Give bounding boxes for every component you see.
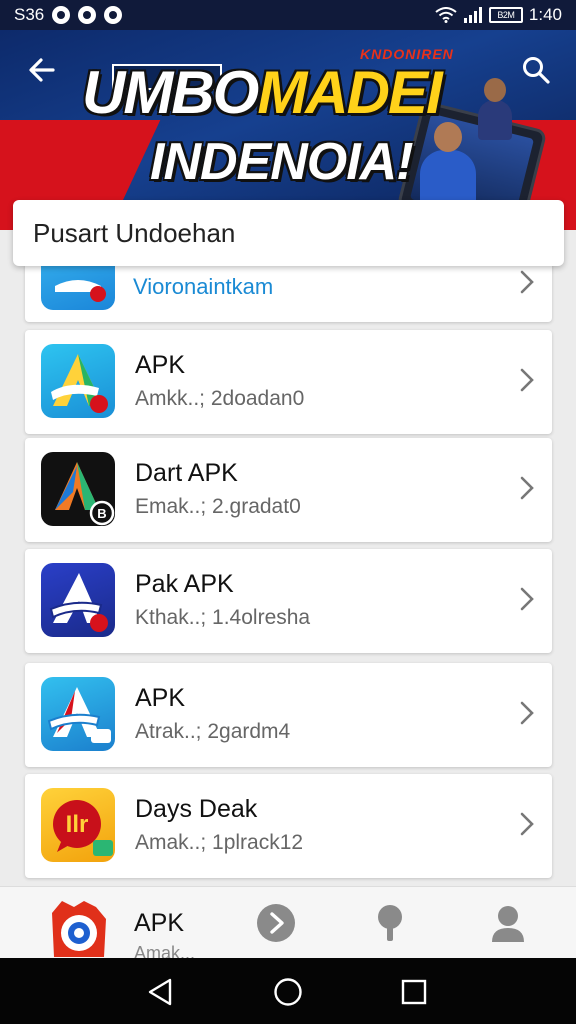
list-item[interactable]: Pak APK Kthak..; 1.4olresha (25, 549, 552, 653)
app-icon: Ilr (41, 788, 115, 862)
banner-headline-white: UMBO (82, 59, 259, 126)
play-icon (257, 904, 295, 942)
app-icon (41, 677, 115, 751)
notification-icon (78, 6, 97, 24)
app-meta: Amak..; 1plrack12 (135, 831, 304, 854)
list-item[interactable]: B Dart APK Emak..; 2.gradat0 (25, 438, 552, 542)
app-meta: Atrak..; 2gardm4 (135, 720, 291, 743)
app-icon: B (41, 452, 115, 526)
bottom-nav-item-app[interactable] (42, 893, 116, 967)
list-item-link[interactable]: Vioronaintkam (133, 274, 273, 300)
app-meta: Amkk..; 2doadan0 (135, 387, 305, 410)
chevron-right-icon (520, 270, 534, 294)
app-name: APK (135, 351, 186, 379)
person-icon (492, 906, 524, 942)
svg-text:B: B (97, 506, 106, 521)
app-icon (41, 344, 115, 418)
search-button[interactable] (518, 52, 554, 88)
svg-text:Ilr: Ilr (66, 811, 89, 838)
bottom-nav-item-profile[interactable] (478, 895, 538, 951)
chevron-right-icon (520, 812, 534, 836)
status-bar: S36 B2M 1:40 (0, 0, 576, 30)
app-meta: Emak..; 2.gradat0 (135, 495, 301, 518)
status-time: 1:40 (528, 5, 562, 24)
signal-icon (463, 7, 482, 23)
system-home-button[interactable] (270, 974, 306, 1010)
chevron-right-icon (520, 368, 534, 392)
list-item[interactable]: Vioronaintkam (25, 266, 552, 322)
app-icon (41, 563, 115, 637)
chevron-right-icon (520, 701, 534, 725)
recents-square-icon (401, 979, 427, 1005)
list-item[interactable]: APK Atrak..; 2gardm4 (25, 663, 552, 767)
pin-icon (378, 905, 402, 941)
app-list: Vioronaintkam APK Amkk..; 2doadan0 B Dar… (0, 266, 576, 886)
bottom-nav-item-pin[interactable] (360, 895, 420, 951)
bottom-navigation: APK Amak... (0, 886, 576, 963)
app-name: APK (135, 684, 186, 712)
search-icon (523, 57, 550, 84)
system-recents-button[interactable] (396, 974, 432, 1010)
app-screen: S36 B2M 1:40 KNDONIREN UMBOMADEI INDENOI… (0, 0, 576, 1024)
system-navigation-bar (0, 958, 576, 1024)
list-item[interactable]: Ilr Days Deak Amak..; 1plrack12 (25, 774, 552, 878)
back-triangle-icon (148, 978, 172, 1006)
banner-headline: UMBOMADEI (82, 58, 443, 127)
chevron-right-icon (520, 476, 534, 500)
back-icon (29, 58, 55, 82)
notification-icon (104, 6, 123, 24)
app-name: Dart APK (135, 459, 238, 487)
home-circle-icon (274, 978, 302, 1006)
wifi-icon (435, 7, 457, 23)
app-name: Pak APK (135, 570, 234, 598)
notification-icon (52, 6, 71, 24)
chevron-right-icon (520, 587, 534, 611)
banner-headline-yellow: MADEI (257, 59, 442, 126)
bottom-nav-apk-label: APK (134, 909, 185, 937)
app-icon (41, 266, 115, 310)
page-title-card: Pusart Undoehan (13, 200, 564, 266)
bottom-nav-item-next[interactable] (246, 895, 306, 951)
list-item[interactable]: APK Amkk..; 2doadan0 (25, 330, 552, 434)
battery-icon: B2M (488, 7, 523, 23)
app-logo-icon (52, 901, 106, 957)
player-illustration (478, 78, 512, 140)
system-back-button[interactable] (142, 974, 178, 1010)
page-title: Pusart Undoehan (33, 217, 236, 248)
back-button[interactable] (24, 52, 60, 88)
banner-headline-line2: INDENOIA! (150, 133, 414, 191)
status-left-text: S36 (14, 5, 45, 24)
app-name: Days Deak (135, 795, 258, 823)
app-meta: Kthak..; 1.4olresha (135, 606, 311, 629)
